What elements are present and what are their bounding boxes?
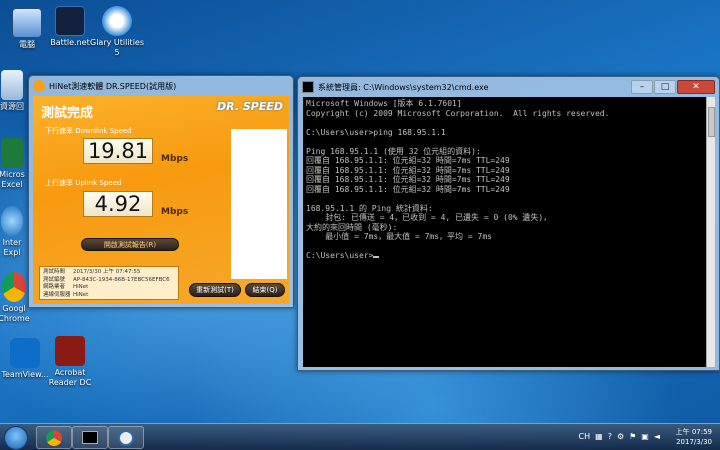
computer-icon xyxy=(12,8,42,38)
info-row: 測試編號 AP-843C-1934-86B-17EBC56EFBC6 xyxy=(43,276,170,283)
download-value: 19.81 xyxy=(83,138,153,164)
drspeed-icon xyxy=(118,429,134,446)
drspeed-content: 測試完成 DR. SPEED 下行速率 Downlink Speed 19.81… xyxy=(33,96,289,304)
cmd-window: 系統管理員: C:\Windows\system32\cmd.exe – □ ✕… xyxy=(297,76,720,371)
settings-icon[interactable]: ⚙ xyxy=(617,432,624,441)
taskbar: CH ▦ ? ⚙ ⚑ ▣ ◄ 上午 07:59 2017/3/30 xyxy=(0,423,720,450)
desktop-icon-label: Inter Expl xyxy=(2,238,22,257)
cmd-app-icon xyxy=(302,81,314,93)
excel-icon xyxy=(1,138,23,168)
desktop-icon-label: TeamView... xyxy=(1,370,49,379)
chrome-icon xyxy=(46,429,62,446)
console-line: C:\Users\user> xyxy=(306,251,708,261)
minimize-button[interactable]: – xyxy=(631,80,653,94)
chrome-icon xyxy=(2,272,26,302)
ad-panel xyxy=(231,129,287,279)
console-line: Copyright (c) 2009 Microsoft Corporation… xyxy=(306,108,610,118)
open-report-button[interactable]: 開啟測試報告(R) xyxy=(81,238,179,251)
language-indicator[interactable]: CH xyxy=(579,432,591,441)
desktop-icon-label: Glary Utilities 5 xyxy=(90,38,144,57)
cmd-titlebar[interactable]: 系統管理員: C:\Windows\system32\cmd.exe – □ ✕ xyxy=(298,77,719,97)
internet-explorer-icon xyxy=(1,206,23,236)
console-cursor xyxy=(373,256,380,258)
download-label: 下行速率 Downlink Speed xyxy=(45,127,132,135)
console-line: 回覆自 168.95.1.1: 位元組=32 時間=7ms TTL=249 xyxy=(306,175,510,184)
volume-icon[interactable]: ◄ xyxy=(654,432,660,441)
upload-label: 上行速率 Uplink Speed xyxy=(45,179,122,187)
upload-value: 4.92 xyxy=(83,191,153,217)
desktop-icon-label: Battle.net xyxy=(50,38,90,47)
start-button[interactable] xyxy=(4,426,28,450)
recycle-bin-icon xyxy=(1,70,23,100)
network-icon[interactable]: ▣ xyxy=(641,432,649,441)
taskbar-cmd-button[interactable] xyxy=(72,426,108,449)
drspeed-titlebar[interactable]: HiNet測速軟體 DR.SPEED(試用版) xyxy=(29,76,293,96)
desktop-icon-label: 資源回 xyxy=(0,102,24,111)
upload-unit: Mbps xyxy=(161,207,189,217)
maximize-button[interactable]: □ xyxy=(654,80,676,94)
exit-button[interactable]: 結束(Q) xyxy=(245,283,285,297)
help-icon[interactable]: ? xyxy=(608,432,612,441)
console-line: 168.95.1.1 的 Ping 統計資料: xyxy=(306,203,433,213)
cmd-console[interactable]: Microsoft Windows [版本 6.1.7601] Copyright… xyxy=(303,97,711,367)
clock-date: 2017/3/30 xyxy=(676,438,712,446)
battlenet-icon xyxy=(55,6,85,36)
keyboard-icon[interactable]: ▦ xyxy=(595,432,603,441)
taskbar-drspeed-button[interactable] xyxy=(108,426,144,449)
drspeed-brand-logo: DR. SPEED xyxy=(217,100,283,113)
cmd-scrollbar[interactable] xyxy=(706,97,715,367)
info-row: 連線伺服器 HiNet xyxy=(43,291,89,298)
test-info-panel: 測試時間 2017/3/30 上午 07:47:55 測試編號 AP-843C-19… xyxy=(39,266,179,300)
desktop-icon-label: Googl Chrome xyxy=(0,304,30,323)
drspeed-window: HiNet測速軟體 DR.SPEED(試用版) 測試完成 DR. SPEED 下… xyxy=(28,75,294,308)
scrollbar-thumb[interactable] xyxy=(708,107,715,137)
console-line: 大約的來回時間 (毫秒): xyxy=(306,222,398,232)
desktop-icon-ie[interactable]: Inter Expl xyxy=(0,206,30,258)
drspeed-title: HiNet測速軟體 DR.SPEED(試用版) xyxy=(49,81,177,91)
console-line: 回覆自 168.95.1.1: 位元組=32 時間=7ms TTL=249 xyxy=(306,184,510,194)
system-tray: CH ▦ ? ⚙ ⚑ ▣ ◄ xyxy=(579,432,660,441)
close-button[interactable]: ✕ xyxy=(677,80,715,94)
clock[interactable]: 上午 07:59 2017/3/30 xyxy=(676,427,712,447)
desktop-icon-acrobat[interactable]: Acrobat Reader DC xyxy=(43,336,97,388)
test-complete-heading: 測試完成 xyxy=(41,106,94,121)
acrobat-reader-icon xyxy=(55,336,85,366)
desktop-icon-excel[interactable]: Micros Excel xyxy=(0,138,30,190)
desktop-icon-battlenet[interactable]: Battle.net xyxy=(43,6,97,48)
close-icon: ✕ xyxy=(692,82,700,92)
console-line: Ping 168.95.1.1 (使用 32 位元組的資料): xyxy=(306,146,481,156)
drspeed-app-icon xyxy=(33,80,45,92)
maximize-icon: □ xyxy=(660,82,670,92)
info-row: 網路業者 HiNet xyxy=(43,284,89,290)
console-line: 最小值 = 7ms，最大值 = 7ms，平均 = 7ms xyxy=(306,232,492,241)
teamviewer-icon xyxy=(10,338,40,368)
desktop-icon-label: Acrobat Reader DC xyxy=(48,368,92,387)
cmd-icon xyxy=(82,431,98,444)
info-row: 測試時間 2017/3/30 上午 07:47:55 xyxy=(43,269,141,275)
retest-button[interactable]: 重新測試(T) xyxy=(189,283,241,297)
clock-time: 上午 07:59 xyxy=(675,428,712,436)
minimize-icon: – xyxy=(639,82,645,92)
glary-utilities-icon xyxy=(102,6,132,36)
console-line: C:\Users\user>ping 168.95.1.1 xyxy=(306,127,446,137)
cmd-title: 系統管理員: C:\Windows\system32\cmd.exe xyxy=(318,82,489,92)
console-line: 封包: 已傳送 = 4，已收到 = 4, 已遺失 = 0 (0% 遺失)， xyxy=(306,213,552,222)
desktop-icon-label: 電腦 xyxy=(19,40,35,49)
taskbar-chrome-button[interactable] xyxy=(36,426,72,449)
desktop-icon-glary[interactable]: Glary Utilities 5 xyxy=(90,6,144,58)
download-unit: Mbps xyxy=(161,154,189,164)
console-line: Microsoft Windows [版本 6.1.7601] xyxy=(306,99,462,108)
flag-icon[interactable]: ⚑ xyxy=(629,432,636,441)
console-line: 回覆自 168.95.1.1: 位元組=32 時間=7ms TTL=249 xyxy=(306,156,510,165)
desktop-icon-label: Micros Excel xyxy=(0,170,25,189)
console-line: 回覆自 168.95.1.1: 位元組=32 時間=7ms TTL=249 xyxy=(306,165,510,175)
